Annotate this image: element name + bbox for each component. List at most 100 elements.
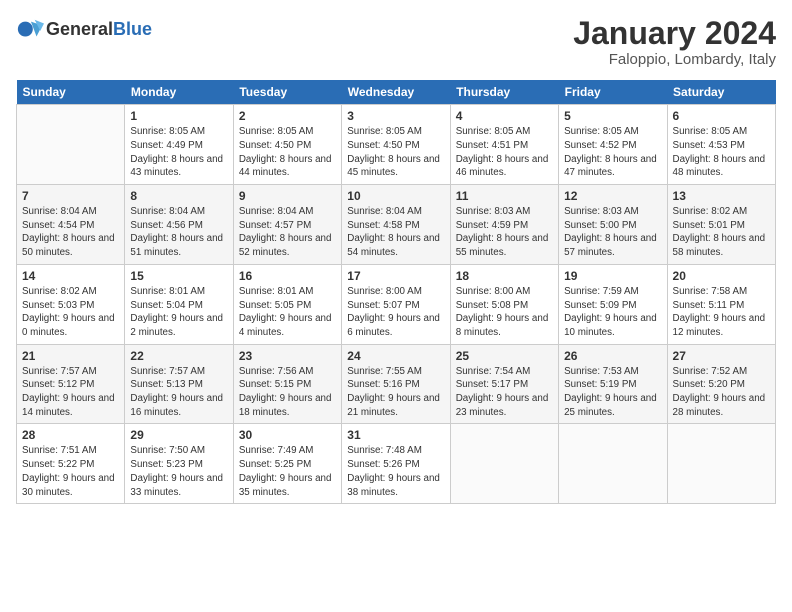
day-number: 27	[673, 349, 770, 363]
subtitle: Faloppio, Lombardy, Italy	[573, 51, 776, 68]
day-info: Sunrise: 7:56 AM Sunset: 5:15 PM Dayligh…	[239, 365, 336, 420]
calendar-cell: 12 Sunrise: 8:03 AM Sunset: 5:00 PM Dayli…	[559, 185, 667, 265]
calendar-cell: 9 Sunrise: 8:04 AM Sunset: 4:57 PM Daylig…	[233, 185, 341, 265]
calendar-table: Sunday Monday Tuesday Wednesday Thursday…	[16, 80, 776, 504]
calendar-cell: 1Sunrise: 8:05 AM Sunset: 4:49 PM Daylig…	[125, 105, 233, 185]
day-number: 10	[347, 189, 444, 203]
calendar-cell: 24Sunrise: 7:55 AM Sunset: 5:16 PM Dayli…	[342, 344, 450, 424]
day-number: 7	[22, 189, 119, 203]
day-number: 8	[130, 189, 227, 203]
header: GeneralBlue January 2024 Faloppio, Lomba…	[16, 16, 776, 68]
day-number: 12	[564, 189, 661, 203]
calendar-cell: 27 Sunrise: 7:52 AM Sunset: 5:20 PM Dayli…	[667, 344, 775, 424]
day-number: 5	[564, 109, 661, 123]
calendar-week-1: 1Sunrise: 8:05 AM Sunset: 4:49 PM Daylig…	[17, 105, 776, 185]
calendar-cell: 28 Sunrise: 7:51 AM Sunset: 5:22 PM Dayli…	[17, 424, 125, 504]
day-number: 13	[673, 189, 770, 203]
day-info: Sunrise: 8:04 AM Sunset: 4:54 PM Dayligh…	[22, 205, 119, 260]
weekday-header-row: Sunday Monday Tuesday Wednesday Thursday…	[17, 80, 776, 105]
day-info: Sunrise: 7:57 AM Sunset: 5:13 PM Dayligh…	[130, 365, 227, 420]
calendar-cell: 29 Sunrise: 7:50 AM Sunset: 5:23 PM Dayli…	[125, 424, 233, 504]
day-number: 28	[22, 428, 119, 442]
calendar-cell: 15 Sunrise: 8:01 AM Sunset: 5:04 PM Dayli…	[125, 264, 233, 344]
header-wednesday: Wednesday	[342, 80, 450, 105]
calendar-cell: 6Sunrise: 8:05 AM Sunset: 4:53 PM Daylig…	[667, 105, 775, 185]
calendar-cell: 4 Sunrise: 8:05 AM Sunset: 4:51 PM Daylig…	[450, 105, 558, 185]
day-info: Sunrise: 7:48 AM Sunset: 5:26 PM Dayligh…	[347, 444, 444, 499]
header-saturday: Saturday	[667, 80, 775, 105]
day-info: Sunrise: 7:57 AM Sunset: 5:12 PM Dayligh…	[22, 365, 119, 420]
calendar-week-4: 21 Sunrise: 7:57 AM Sunset: 5:12 PM Dayli…	[17, 344, 776, 424]
calendar-week-2: 7 Sunrise: 8:04 AM Sunset: 4:54 PM Daylig…	[17, 185, 776, 265]
calendar-cell: 16 Sunrise: 8:01 AM Sunset: 5:05 PM Dayli…	[233, 264, 341, 344]
day-number: 11	[456, 189, 553, 203]
logo-text-line1: GeneralBlue	[46, 20, 152, 40]
day-number: 20	[673, 269, 770, 283]
day-number: 3	[347, 109, 444, 123]
calendar-cell	[17, 105, 125, 185]
day-number: 31	[347, 428, 444, 442]
calendar-cell: 13 Sunrise: 8:02 AM Sunset: 5:01 PM Dayli…	[667, 185, 775, 265]
calendar-cell	[559, 424, 667, 504]
calendar-week-5: 28 Sunrise: 7:51 AM Sunset: 5:22 PM Dayli…	[17, 424, 776, 504]
day-info: Sunrise: 7:58 AM Sunset: 5:11 PM Dayligh…	[673, 285, 770, 340]
calendar-cell: 20 Sunrise: 7:58 AM Sunset: 5:11 PM Dayli…	[667, 264, 775, 344]
calendar-cell: 19 Sunrise: 7:59 AM Sunset: 5:09 PM Dayli…	[559, 264, 667, 344]
logo-icon	[16, 16, 44, 44]
day-number: 15	[130, 269, 227, 283]
header-monday: Monday	[125, 80, 233, 105]
day-info: Sunrise: 8:01 AM Sunset: 5:05 PM Dayligh…	[239, 285, 336, 340]
day-info: Sunrise: 8:01 AM Sunset: 5:04 PM Dayligh…	[130, 285, 227, 340]
calendar-cell: 23Sunrise: 7:56 AM Sunset: 5:15 PM Dayli…	[233, 344, 341, 424]
day-info: Sunrise: 8:05 AM Sunset: 4:52 PM Dayligh…	[564, 125, 661, 180]
calendar-cell	[667, 424, 775, 504]
day-info: Sunrise: 7:59 AM Sunset: 5:09 PM Dayligh…	[564, 285, 661, 340]
day-info: Sunrise: 8:05 AM Sunset: 4:51 PM Dayligh…	[456, 125, 553, 180]
day-info: Sunrise: 8:03 AM Sunset: 5:00 PM Dayligh…	[564, 205, 661, 260]
day-number: 2	[239, 109, 336, 123]
day-number: 22	[130, 349, 227, 363]
calendar-cell: 3Sunrise: 8:05 AM Sunset: 4:50 PM Daylig…	[342, 105, 450, 185]
day-number: 14	[22, 269, 119, 283]
calendar-cell: 26 Sunrise: 7:53 AM Sunset: 5:19 PM Dayli…	[559, 344, 667, 424]
day-number: 18	[456, 269, 553, 283]
day-info: Sunrise: 8:04 AM Sunset: 4:57 PM Dayligh…	[239, 205, 336, 260]
day-info: Sunrise: 7:50 AM Sunset: 5:23 PM Dayligh…	[130, 444, 227, 499]
calendar-container: GeneralBlue January 2024 Faloppio, Lomba…	[0, 0, 792, 512]
calendar-cell: 7 Sunrise: 8:04 AM Sunset: 4:54 PM Daylig…	[17, 185, 125, 265]
day-info: Sunrise: 8:03 AM Sunset: 4:59 PM Dayligh…	[456, 205, 553, 260]
calendar-cell: 21 Sunrise: 7:57 AM Sunset: 5:12 PM Dayli…	[17, 344, 125, 424]
day-info: Sunrise: 7:53 AM Sunset: 5:19 PM Dayligh…	[564, 365, 661, 420]
day-number: 17	[347, 269, 444, 283]
day-info: Sunrise: 7:52 AM Sunset: 5:20 PM Dayligh…	[673, 365, 770, 420]
calendar-cell: 30 Sunrise: 7:49 AM Sunset: 5:25 PM Dayli…	[233, 424, 341, 504]
logo: GeneralBlue	[16, 16, 152, 44]
calendar-cell	[450, 424, 558, 504]
calendar-cell: 8Sunrise: 8:04 AM Sunset: 4:56 PM Daylig…	[125, 185, 233, 265]
calendar-cell: 2Sunrise: 8:05 AM Sunset: 4:50 PM Daylig…	[233, 105, 341, 185]
day-number: 25	[456, 349, 553, 363]
day-number: 19	[564, 269, 661, 283]
header-tuesday: Tuesday	[233, 80, 341, 105]
calendar-cell: 25Sunrise: 7:54 AM Sunset: 5:17 PM Dayli…	[450, 344, 558, 424]
day-number: 24	[347, 349, 444, 363]
day-number: 16	[239, 269, 336, 283]
calendar-cell: 18 Sunrise: 8:00 AM Sunset: 5:08 PM Dayli…	[450, 264, 558, 344]
day-info: Sunrise: 8:02 AM Sunset: 5:01 PM Dayligh…	[673, 205, 770, 260]
day-number: 29	[130, 428, 227, 442]
day-info: Sunrise: 8:00 AM Sunset: 5:08 PM Dayligh…	[456, 285, 553, 340]
day-info: Sunrise: 8:02 AM Sunset: 5:03 PM Dayligh…	[22, 285, 119, 340]
main-title: January 2024	[573, 16, 776, 51]
day-number: 4	[456, 109, 553, 123]
day-number: 21	[22, 349, 119, 363]
calendar-cell: 10 Sunrise: 8:04 AM Sunset: 4:58 PM Dayli…	[342, 185, 450, 265]
calendar-cell: 14 Sunrise: 8:02 AM Sunset: 5:03 PM Dayli…	[17, 264, 125, 344]
day-info: Sunrise: 7:51 AM Sunset: 5:22 PM Dayligh…	[22, 444, 119, 499]
day-number: 26	[564, 349, 661, 363]
day-info: Sunrise: 8:04 AM Sunset: 4:58 PM Dayligh…	[347, 205, 444, 260]
calendar-body: 1Sunrise: 8:05 AM Sunset: 4:49 PM Daylig…	[17, 105, 776, 504]
day-number: 30	[239, 428, 336, 442]
day-info: Sunrise: 7:49 AM Sunset: 5:25 PM Dayligh…	[239, 444, 336, 499]
day-number: 9	[239, 189, 336, 203]
day-number: 6	[673, 109, 770, 123]
